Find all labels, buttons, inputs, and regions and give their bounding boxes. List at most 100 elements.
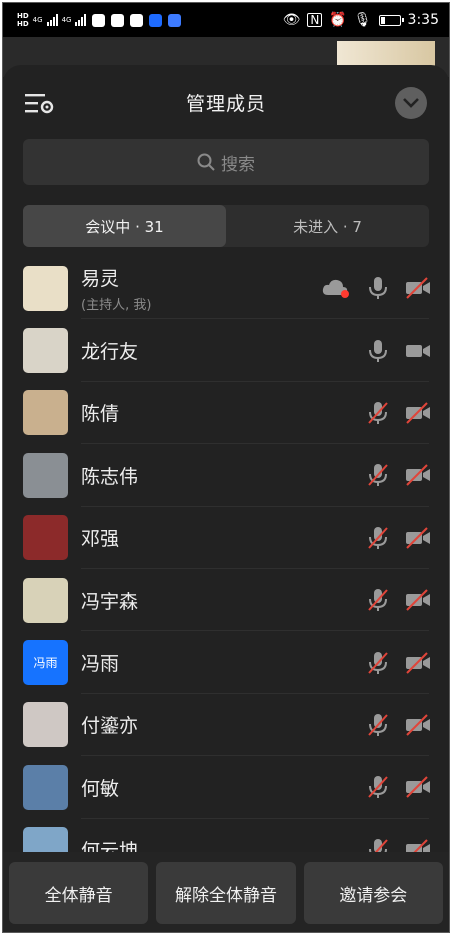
camera-off-icon[interactable]: [405, 650, 431, 676]
member-row[interactable]: 陈倩: [3, 382, 449, 445]
member-info: 何云坤: [81, 836, 138, 852]
action-bar: 全体静音 解除全体静音 邀请参会: [3, 852, 449, 932]
signal-icon-2: [75, 14, 87, 26]
camera-off-icon[interactable]: [405, 587, 431, 613]
app-notification-icon: [168, 13, 182, 27]
hd-label-2: HD: [17, 20, 29, 28]
microphone-muted-icon[interactable]: [365, 587, 391, 613]
member-name: 邓强: [81, 528, 120, 551]
member-row[interactable]: 冯雨 冯雨: [3, 631, 449, 695]
clock: 3:35: [407, 12, 439, 28]
camera-off-icon[interactable]: [405, 774, 431, 800]
member-info: 付鎏亦: [81, 711, 138, 738]
microphone-muted-icon[interactable]: [365, 462, 391, 488]
hd-indicator: HD HD: [17, 12, 29, 28]
camera-off-icon[interactable]: [405, 400, 431, 426]
member-tabs: 会议中 · 31 未进入 · 7: [23, 205, 429, 247]
member-row[interactable]: 易灵 (主持人, 我): [3, 257, 449, 320]
microphone-icon[interactable]: [365, 338, 391, 364]
member-name: 冯宇森: [81, 590, 139, 613]
alarm-icon: ⏰: [329, 12, 347, 28]
member-row[interactable]: 何云坤: [3, 819, 449, 852]
member-list: 易灵 (主持人, 我) 龙行友陈倩陈志伟邓强冯宇森冯雨 冯雨付鎏亦何敏何云坤: [3, 257, 449, 852]
member-row[interactable]: 冯宇森: [3, 569, 449, 632]
search-icon: [197, 153, 215, 171]
eye-icon: 👁: [282, 12, 301, 28]
nfc-icon: N: [307, 13, 323, 27]
battery-icon: [378, 14, 404, 26]
avatar: 冯雨: [23, 640, 68, 686]
tab-in-meeting[interactable]: 会议中 · 31: [23, 205, 226, 247]
member-info: 陈志伟: [81, 462, 138, 489]
member-controls: [365, 525, 431, 551]
member-info: 冯雨: [81, 649, 119, 676]
member-name: 何敏: [81, 777, 120, 800]
app-notification-icon: [92, 13, 106, 27]
member-name: 龙行友: [81, 341, 139, 364]
member-row[interactable]: 付鎏亦: [3, 694, 449, 757]
member-info: 龙行友: [81, 337, 138, 364]
app-frame: HD HD 4G 4G 👁 N ⏰ 🎙 3:35 管理成员 搜索 会议中 · 3…: [2, 2, 450, 933]
invite-button[interactable]: 邀请参会: [303, 862, 443, 924]
avatar: [23, 577, 68, 623]
member-row[interactable]: 龙行友: [3, 319, 449, 383]
avatar: [23, 827, 68, 852]
microphone-muted-icon[interactable]: [365, 712, 391, 738]
member-controls: [365, 650, 431, 676]
member-controls: [365, 774, 431, 800]
mic-status-icon: 🎙: [353, 12, 372, 28]
camera-off-icon[interactable]: [405, 525, 431, 551]
member-controls: [365, 712, 431, 738]
avatar: [23, 390, 68, 436]
mute-all-button[interactable]: 全体静音: [9, 862, 149, 924]
avatar-text: 冯雨: [33, 656, 58, 671]
member-row[interactable]: 何敏: [3, 756, 449, 819]
camera-off-icon[interactable]: [405, 462, 431, 488]
status-bar: HD HD 4G 4G 👁 N ⏰ 🎙 3:35: [3, 3, 449, 37]
member-controls: [365, 837, 431, 852]
app-notification-icon: [130, 13, 144, 27]
member-controls: [365, 338, 431, 364]
search-placeholder: 搜索: [221, 154, 255, 175]
member-row[interactable]: 邓强: [3, 507, 449, 570]
cloud-recording-icon: [322, 280, 349, 299]
hd-label-1: HD: [17, 12, 29, 20]
unmute-all-button[interactable]: 解除全体静音: [156, 862, 296, 924]
member-info: 陈倩: [81, 399, 119, 426]
collapse-button[interactable]: [395, 87, 427, 119]
microphone-muted-icon[interactable]: [365, 774, 391, 800]
microphone-muted-icon[interactable]: [365, 650, 391, 676]
member-name: 何云坤: [81, 840, 139, 852]
avatar: [23, 265, 68, 311]
page-title: 管理成员: [185, 93, 266, 115]
sheet-header: 管理成员: [3, 65, 449, 141]
tab-not-joined[interactable]: 未进入 · 7: [226, 205, 429, 247]
camera-icon[interactable]: [405, 338, 431, 364]
avatar: [23, 452, 68, 498]
member-info: 冯宇森: [81, 587, 138, 614]
app-notification-icon: [111, 13, 125, 27]
member-info: 何敏: [81, 774, 119, 801]
camera-off-icon[interactable]: [405, 712, 431, 738]
network-label-1: 4G: [32, 16, 43, 24]
member-controls: [365, 462, 431, 488]
member-name: 付鎏亦: [81, 715, 139, 738]
microphone-muted-icon[interactable]: [365, 400, 391, 426]
chevron-down-icon: [403, 98, 419, 108]
microphone-icon[interactable]: [365, 275, 391, 301]
avatar: [23, 764, 68, 810]
manage-members-sheet: 管理成员 搜索 会议中 · 31 未进入 · 7 易灵 (主持人, 我) 龙行友陈倩…: [3, 65, 449, 932]
member-info: 邓强: [81, 524, 119, 551]
camera-off-icon[interactable]: [405, 275, 431, 301]
member-name: 冯雨: [81, 653, 120, 676]
member-controls: [365, 400, 431, 426]
member-row[interactable]: 陈志伟: [3, 444, 449, 507]
member-info: 易灵 (主持人, 我): [81, 264, 151, 313]
microphone-muted-icon[interactable]: [365, 837, 391, 852]
app-notification-icon: [149, 13, 163, 27]
member-name: 陈志伟: [81, 465, 139, 488]
camera-off-icon[interactable]: [405, 837, 431, 852]
microphone-muted-icon[interactable]: [365, 525, 391, 551]
avatar: [23, 515, 68, 561]
search-input[interactable]: 搜索: [23, 139, 429, 185]
